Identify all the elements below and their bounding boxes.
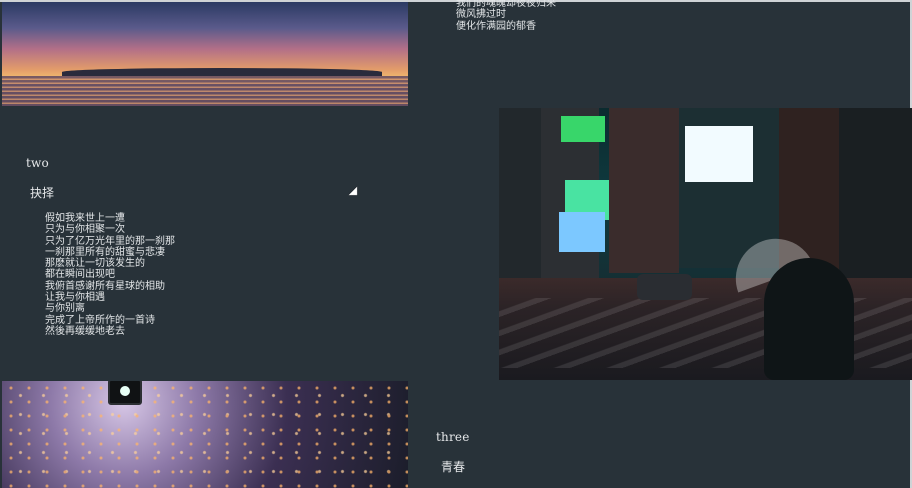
sunset-image bbox=[2, 2, 408, 106]
top-right-poem: 我们的魂魄却夜夜归来 微风拂过时 便化作满园的郁香 bbox=[456, 0, 556, 32]
section-three-number: three bbox=[436, 430, 470, 444]
section-two-poem: 假如我来世上一遭 只为与你相聚一次 只为了亿万光年里的那一刹那 一刹那里所有的甜… bbox=[45, 213, 175, 337]
poem-line: 与你别离 bbox=[45, 303, 85, 315]
section-two-title: 抉择 bbox=[30, 186, 55, 200]
city-image bbox=[499, 108, 912, 380]
night-trees-image bbox=[2, 381, 408, 488]
city-building bbox=[499, 108, 541, 278]
poem-line: 微风拂过时 bbox=[456, 9, 506, 21]
car bbox=[637, 274, 692, 300]
poem-line: 一刹那里所有的甜蜜与悲凄 bbox=[45, 246, 165, 258]
city-building bbox=[609, 108, 679, 273]
city-building bbox=[839, 108, 912, 283]
poem-line: 都在瞬间出现吧 bbox=[45, 269, 115, 281]
poem-line: 然後再缓缓地老去 bbox=[45, 325, 125, 337]
section-three-title: 青春 bbox=[441, 460, 466, 474]
poem-line: 我俯首感谢所有星球的相助 bbox=[45, 280, 165, 292]
tree-lights bbox=[2, 381, 408, 488]
person-silhouette bbox=[764, 258, 854, 380]
poem-line: 让我与你相遇 bbox=[45, 292, 105, 304]
poem-line: 只为与你相聚一次 bbox=[45, 224, 125, 236]
poem-line: 我们的魂魄却夜夜归来 bbox=[456, 0, 556, 9]
sunset-water bbox=[2, 76, 408, 106]
neon-sign bbox=[561, 116, 605, 142]
sunset-land bbox=[62, 68, 382, 76]
traffic-signal bbox=[108, 381, 142, 405]
poem-line: 完成了上帝所作的一首诗 bbox=[45, 314, 155, 326]
billboard bbox=[685, 126, 753, 182]
poem-line: 只为了亿万光年里的那一刹那 bbox=[45, 235, 175, 247]
neon-sign bbox=[559, 212, 605, 252]
poem-line: 便化作满园的郁香 bbox=[456, 20, 536, 32]
section-two-number: two bbox=[26, 156, 49, 170]
poem-line: 假如我来世上一遭 bbox=[45, 213, 125, 224]
poem-line: 那麽就让一切该发生的 bbox=[45, 258, 145, 270]
mouse-cursor bbox=[348, 186, 362, 200]
